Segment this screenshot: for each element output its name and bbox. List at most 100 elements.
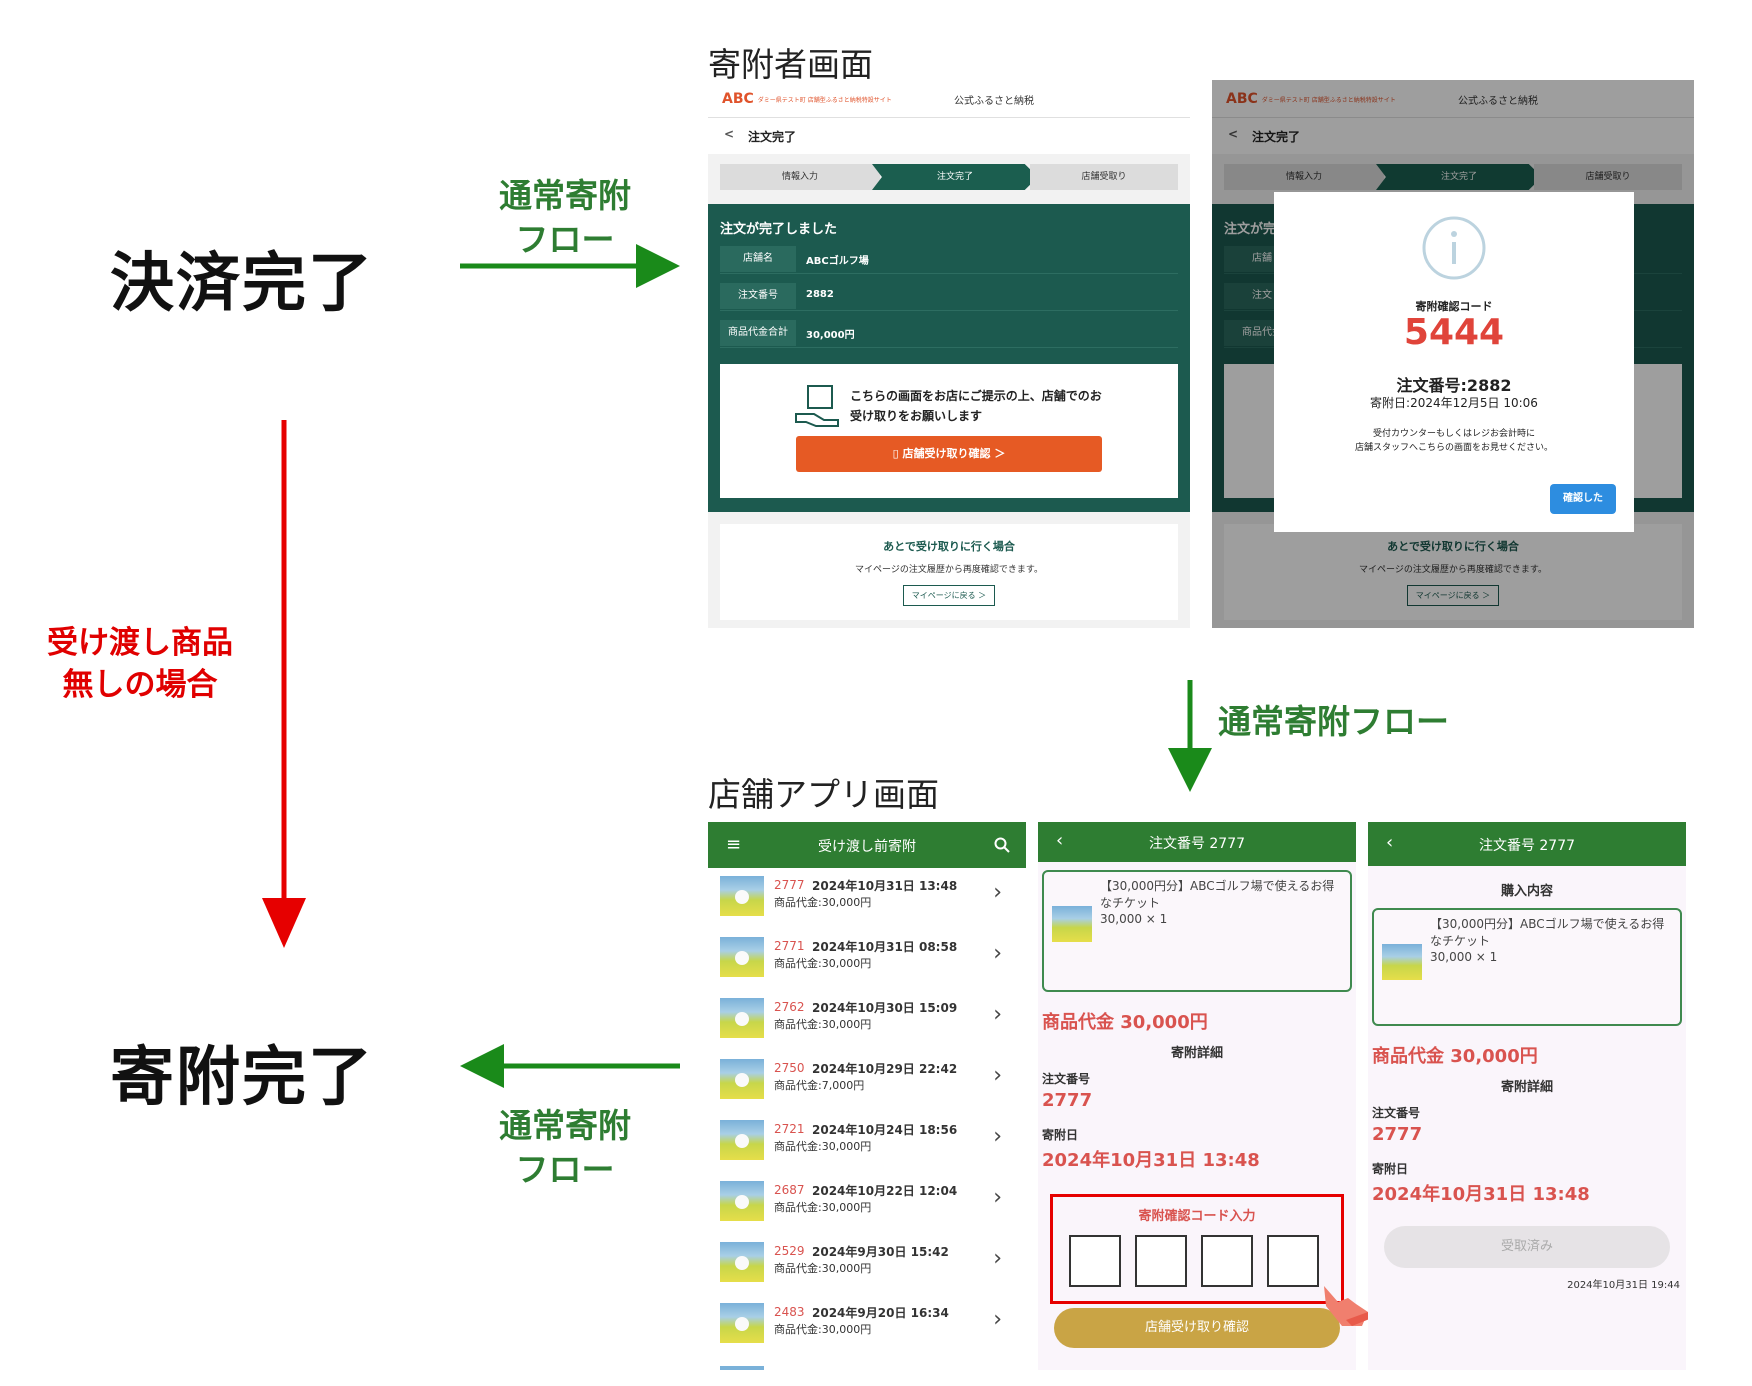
progress-steps: 情報入力 注文完了 店舗受取り (708, 154, 1190, 198)
normal-flow-label-top: 通常寄附 フロー (480, 174, 650, 262)
site-logo: ABC ダミー県テスト町 店舗型ふるさと納税特設サイト (722, 91, 892, 107)
later-pickup-box: あとで受け取りに行く場合 マイページの注文履歴から再度確認できます。 マイページ… (720, 524, 1178, 620)
received-button: 受取済み (1384, 1226, 1670, 1268)
order-number: 2777 (1372, 1124, 1423, 1145)
phone-icon: ▯ (892, 447, 903, 460)
app-bar: ‹ 注文番号 2777 (1038, 822, 1356, 862)
store-app-list-screen: ≡ 受け渡し前寄附 2777 2024年10月31日 13:48 商品代金:30,0… (708, 822, 1026, 1370)
item-thumbnail (720, 1120, 764, 1160)
arrow-down-to-app (1168, 680, 1212, 792)
list-item[interactable]: 2721 2024年10月24日 18:56 商品代金:30,000円 › (708, 1112, 1026, 1172)
order-datetime: 2024年10月31日 08:58 (812, 940, 958, 954)
order-number: 2777 (774, 878, 805, 892)
search-icon[interactable] (994, 837, 1010, 853)
code-input-highlight: 寄附確認コード入力 (1050, 1194, 1344, 1304)
date-label: 寄附日 (1372, 1162, 1409, 1176)
button-label: 店舗受け取り確認 ＞ (902, 447, 1006, 460)
mypage-button[interactable]: マイページに戻る ＞ (902, 585, 996, 606)
list-item[interactable]: 2777 2024年10月31日 13:48 商品代金:30,000円 › (708, 868, 1026, 928)
list-next-thumb (720, 1366, 764, 1370)
list-item[interactable]: 2687 2024年10月22日 12:04 商品代金:30,000円 › (708, 1173, 1026, 1233)
info-row: 注文番号 2882 (720, 283, 1178, 311)
chevron-right-icon: › (993, 1185, 1002, 1210)
item-thumbnail (720, 937, 764, 977)
modal-order-number: 注文番号:2882 (1396, 376, 1512, 395)
chevron-right-icon: › (993, 1307, 1002, 1332)
order-number: 2483 (774, 1305, 805, 1319)
chevron-right-icon: › (993, 1124, 1002, 1149)
order-number: 2762 (774, 1000, 805, 1014)
order-number: 2687 (774, 1183, 805, 1197)
chevron-right-icon: › (993, 1063, 1002, 1088)
order-label: 注文番号 (1372, 1106, 1421, 1120)
order-price: 商品代金:30,000円 (774, 1140, 872, 1153)
store-app-detail-screen: ‹ 注文番号 2777 【30,000円分】ABCゴルフ場で使えるお得なチケット… (1038, 822, 1356, 1370)
order-number: 2750 (774, 1061, 805, 1075)
app-bar-title: 注文番号 2777 (1478, 838, 1576, 854)
info-icon (1422, 216, 1486, 280)
confirmation-code: 5444 (1403, 312, 1505, 353)
detail-title: 寄附詳細 (1500, 1080, 1553, 1095)
arrow-to-donation-complete (460, 1044, 680, 1088)
notice-text: こちらの画面をお店にご提示の上、店舗でのお受け取りをお願いします (850, 389, 1102, 423)
app-bar: ≡ 受け渡し前寄附 (708, 822, 1026, 868)
back-icon[interactable]: < (724, 127, 734, 141)
item-thumbnail (720, 1181, 764, 1221)
list-item[interactable]: 2762 2024年10月30日 15:09 商品代金:30,000円 › (708, 990, 1026, 1050)
app-bar-title: 受け渡し前寄附 (818, 839, 916, 855)
order-number: 2771 (774, 939, 805, 953)
order-price: 商品代金:30,000円 (774, 957, 872, 970)
item-thumbnail (720, 1059, 764, 1099)
price: 商品代金 30,000円 (1042, 1012, 1208, 1033)
order-datetime: 2024年9月20日 16:34 (812, 1306, 949, 1320)
confirmed-button[interactable]: 確認した (1550, 484, 1616, 514)
normal-flow-line2: フロー (515, 1150, 615, 1189)
page-header: < 注文完了 (708, 118, 1190, 154)
chevron-right-icon: › (993, 1246, 1002, 1271)
arrow-down-red (262, 420, 306, 948)
no-item-line1: 受け渡し商品 (47, 625, 233, 661)
modal-desc-1: 受付カウンターもしくはレジお会計時に (1372, 429, 1535, 439)
list-item[interactable]: 2529 2024年9月30日 15:42 商品代金:30,000円 › (708, 1234, 1026, 1294)
row-value: 30,000円 (806, 330, 855, 341)
order-datetime: 2024年10月30日 15:09 (812, 1001, 958, 1015)
code-digit-1[interactable] (1069, 1235, 1121, 1287)
store-bag-icon (795, 385, 839, 427)
chevron-right-icon: › (993, 941, 1002, 966)
row-key: 商品代金合計 (720, 320, 796, 346)
store-app-screen-title: 店舗アプリ画面 (708, 775, 939, 814)
list-item[interactable]: 2483 2024年9月20日 16:34 商品代金:30,000円 › (708, 1295, 1026, 1355)
panel-title: 注文が完了しました (720, 222, 838, 237)
order-complete-panel: 注文が完了しました 店舗名 ABCゴルフ場 注文番号 2882 商品代金合計 3… (708, 204, 1190, 512)
store-app-received-screen: ‹ 注文番号 2777 購入内容 【30,000円分】ABCゴルフ場で使えるお得… (1368, 822, 1686, 1370)
normal-flow-line2: フロー (515, 220, 615, 259)
code-digit-4[interactable] (1267, 1235, 1319, 1287)
store-receive-confirm-button[interactable]: 店舗受け取り確認 (1054, 1308, 1340, 1348)
normal-flow-label-bottom: 通常寄附 フロー (480, 1104, 650, 1192)
order-price: 商品代金:30,000円 (774, 1018, 872, 1031)
chevron-right-icon: › (993, 1002, 1002, 1027)
page-title: 注文完了 (748, 130, 797, 144)
modal-date: 寄附日:2024年12月5日 10:06 (1370, 396, 1538, 410)
order-price: 商品代金:30,000円 (774, 1201, 872, 1214)
date-label: 寄附日 (1042, 1128, 1079, 1142)
normal-flow-label-right: 通常寄附フロー (1218, 702, 1449, 741)
item-card: 【30,000円分】ABCゴルフ場で使えるお得なチケット 30,000 × 1 (1372, 908, 1682, 1026)
app-bar: ‹ 注文番号 2777 (1368, 822, 1686, 866)
list-item[interactable]: 2750 2024年10月29日 22:42 商品代金:7,000円 › (708, 1051, 1026, 1111)
order-price: 商品代金:30,000円 (774, 896, 872, 909)
code-digit-2[interactable] (1135, 1235, 1187, 1287)
item-thumbnail (720, 1242, 764, 1282)
info-row: 商品代金合計 30,000円 (720, 320, 1178, 348)
no-item-label: 受け渡し商品 無しの場合 (20, 622, 260, 706)
item-card: 【30,000円分】ABCゴルフ場で使えるお得なチケット 30,000 × 1 (1042, 870, 1352, 992)
list-item[interactable]: 2771 2024年10月31日 08:58 商品代金:30,000円 › (708, 929, 1026, 989)
order-number: 2529 (774, 1244, 805, 1258)
donor-screen-title: 寄附者画面 (708, 45, 873, 84)
store-receive-confirm-button[interactable]: ▯ 店舗受け取り確認 ＞ (796, 436, 1102, 472)
item-qty: 30,000 × 1 (1100, 912, 1168, 926)
code-digit-3[interactable] (1201, 1235, 1253, 1287)
detail-title: 寄附詳細 (1170, 1046, 1223, 1061)
item-thumbnail (720, 1303, 764, 1343)
info-row: 店舗名 ABCゴルフ場 (720, 246, 1178, 274)
